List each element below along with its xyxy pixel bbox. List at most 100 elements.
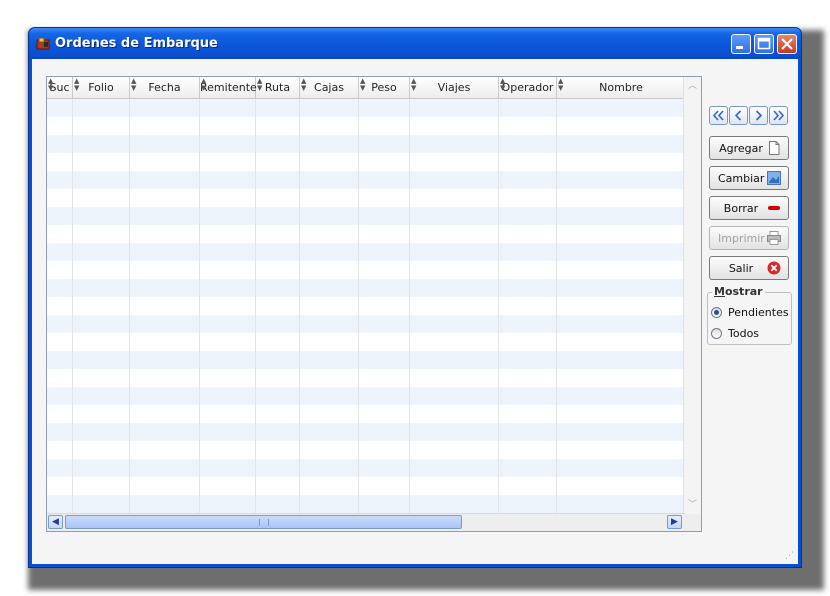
table-row[interactable]	[47, 171, 685, 189]
window-title: Ordenes de Embarque	[55, 36, 218, 51]
double-right-chevron-icon	[773, 110, 785, 121]
horizontal-scrollbar[interactable]: ◀ ▶	[47, 513, 685, 531]
table-row[interactable]	[47, 333, 685, 351]
mostrar-title: Mostrar	[712, 285, 765, 298]
borrar-label: Borrar	[723, 202, 759, 215]
column-divider	[409, 99, 410, 513]
left-chevron-icon	[734, 110, 742, 121]
imprimir-label: Imprimir	[718, 232, 765, 245]
close-button[interactable]	[777, 34, 797, 54]
sort-icon: ▲ ▼	[411, 77, 417, 92]
salir-button[interactable]: Salir	[709, 256, 789, 280]
scroll-right-icon[interactable]: ▶	[667, 515, 682, 529]
sort-icon: ▲ ▼	[201, 77, 207, 92]
table-row[interactable]	[47, 351, 685, 369]
agregar-label: Agregar	[719, 142, 763, 155]
table-row[interactable]	[47, 315, 685, 333]
column-header-peso[interactable]: ▲ ▼ Peso	[359, 77, 410, 98]
table-row[interactable]	[47, 243, 685, 261]
agregar-button[interactable]: Agregar	[709, 136, 789, 160]
table-row[interactable]	[47, 207, 685, 225]
table-row[interactable]	[47, 189, 685, 207]
scroll-up-icon[interactable]: ︿	[685, 78, 700, 94]
sort-icon: ▲ ▼	[48, 77, 54, 92]
column-header-suc[interactable]: ▲ ▼ Suc	[47, 77, 73, 98]
table-row[interactable]	[47, 405, 685, 423]
exit-x-icon	[767, 261, 781, 275]
right-chevron-icon	[755, 110, 763, 121]
todos-radio[interactable]	[711, 328, 722, 339]
scroll-down-icon[interactable]: ﹀	[685, 497, 700, 513]
column-header-remitente[interactable]: ▲ ▼ Remitente	[200, 77, 257, 98]
window-client-area: ▲ ▼ Suc ▲ ▼ Folio ▲ ▼ Fecha ▲ ▼ Remitente ▲ ▼ Ruta…	[32, 59, 798, 564]
sort-icon: ▲ ▼	[74, 77, 80, 92]
cambiar-label: Cambiar	[718, 172, 765, 185]
delete-minus-icon	[768, 206, 780, 210]
close-icon	[781, 38, 793, 50]
last-record-button[interactable]	[769, 106, 788, 125]
printer-icon	[767, 231, 781, 245]
sort-icon: ▲ ▼	[558, 77, 564, 92]
title-bar[interactable]: Ordenes de Embarque	[29, 28, 801, 59]
table-body[interactable]	[47, 99, 685, 513]
table-row[interactable]	[47, 297, 685, 315]
maximize-icon	[757, 37, 771, 50]
table-row[interactable]	[47, 261, 685, 279]
column-divider	[129, 99, 130, 513]
horizontal-scroll-thumb[interactable]	[65, 515, 462, 529]
column-header-folio[interactable]: ▲ ▼ Folio	[73, 77, 130, 98]
main-window: Ordenes de Embarque ▲ ▼ Suc ▲ ▼ Folio ▲ ▼ Fech…	[28, 27, 802, 568]
column-header-fecha[interactable]: ▲ ▼ Fecha	[130, 77, 200, 98]
app-icon	[36, 37, 50, 50]
table-header: ▲ ▼ Suc ▲ ▼ Folio ▲ ▼ Fecha ▲ ▼ Remitente ▲ ▼ Ruta…	[47, 77, 685, 99]
table-row[interactable]	[47, 225, 685, 243]
sort-icon: ▲ ▼	[360, 77, 366, 92]
sort-icon: ▲ ▼	[500, 77, 506, 92]
table-row[interactable]	[47, 117, 685, 135]
table-row[interactable]	[47, 495, 685, 513]
sort-icon: ▲ ▼	[131, 77, 137, 92]
table-row[interactable]	[47, 153, 685, 171]
orders-table[interactable]: ▲ ▼ Suc ▲ ▼ Folio ▲ ▼ Fecha ▲ ▼ Remitente ▲ ▼ Ruta…	[46, 76, 702, 532]
todos-label[interactable]: Todos	[728, 327, 759, 340]
borrar-button[interactable]: Borrar	[709, 196, 789, 220]
table-row[interactable]	[47, 387, 685, 405]
column-divider	[255, 99, 256, 513]
sort-icon: ▲ ▼	[257, 77, 263, 92]
column-divider	[199, 99, 200, 513]
table-row[interactable]	[47, 279, 685, 297]
double-left-chevron-icon	[712, 110, 724, 121]
column-header-viajes[interactable]: ▲ ▼ Viajes	[410, 77, 499, 98]
table-row[interactable]	[47, 441, 685, 459]
scroll-left-icon[interactable]: ◀	[48, 515, 63, 529]
column-divider	[358, 99, 359, 513]
imprimir-button[interactable]: Imprimir	[709, 226, 789, 250]
table-row[interactable]	[47, 135, 685, 153]
minimize-button[interactable]	[731, 34, 751, 54]
first-record-button[interactable]	[709, 106, 728, 125]
new-document-icon	[769, 141, 780, 155]
table-row[interactable]	[47, 459, 685, 477]
table-row[interactable]	[47, 477, 685, 495]
previous-record-button[interactable]	[729, 106, 748, 125]
sort-icon: ▲ ▼	[301, 77, 307, 92]
column-header-operador[interactable]: ▲ ▼ Operador	[499, 77, 557, 98]
resize-grip-icon[interactable]: ⋰	[785, 551, 795, 561]
scroll-grip-icon	[259, 519, 269, 526]
maximize-button[interactable]	[754, 34, 774, 54]
column-header-nombre[interactable]: ▲ ▼ Nombre	[557, 77, 685, 98]
cambiar-button[interactable]: Cambiar	[709, 166, 789, 190]
table-row[interactable]	[47, 99, 685, 117]
pendientes-label[interactable]: Pendientes	[728, 306, 789, 319]
column-divider	[72, 99, 73, 513]
pendientes-radio[interactable]	[711, 307, 722, 318]
edit-image-icon	[767, 171, 781, 185]
column-header-cajas[interactable]: ▲ ▼ Cajas	[300, 77, 359, 98]
vertical-scrollbar[interactable]: ︿ ﹀	[683, 77, 701, 515]
column-divider	[498, 99, 499, 513]
next-record-button[interactable]	[749, 106, 768, 125]
mostrar-group: Mostrar Pendientes Todos	[707, 285, 792, 345]
table-row[interactable]	[47, 423, 685, 441]
column-header-ruta[interactable]: ▲ ▼ Ruta	[256, 77, 300, 98]
table-row[interactable]	[47, 369, 685, 387]
